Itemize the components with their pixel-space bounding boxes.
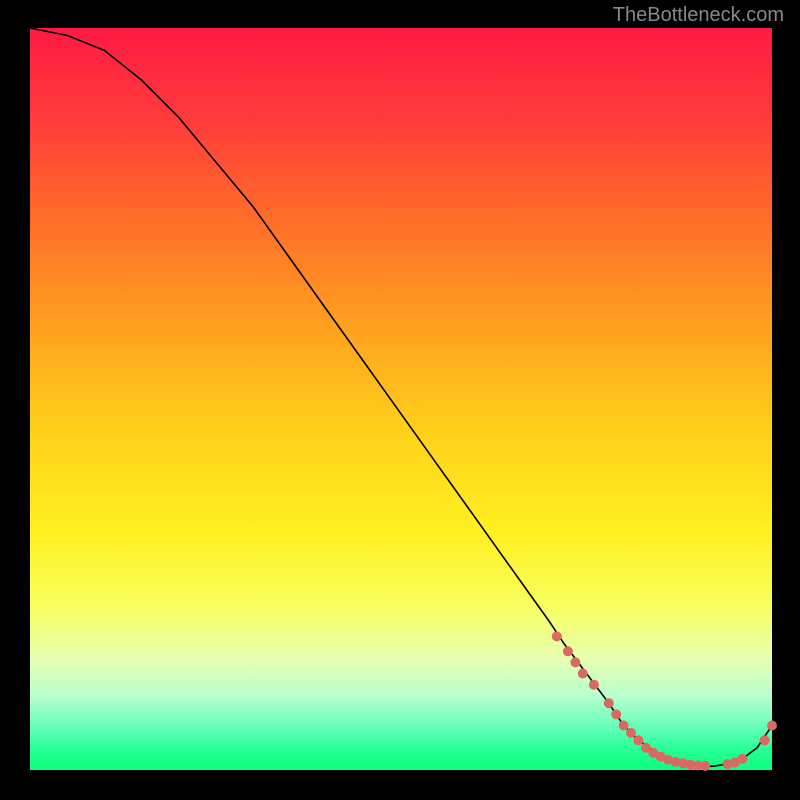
data-point <box>619 721 629 731</box>
data-point <box>570 657 580 667</box>
data-point <box>563 646 573 656</box>
data-point <box>578 669 588 679</box>
watermark-text: TheBottleneck.com <box>613 4 784 27</box>
data-point <box>552 631 562 641</box>
data-point <box>604 698 614 708</box>
data-point <box>700 761 710 771</box>
data-point <box>611 709 621 719</box>
data-point <box>737 754 747 764</box>
chart-svg <box>30 28 772 770</box>
data-point <box>626 728 636 738</box>
data-point <box>633 735 643 745</box>
data-point <box>760 735 770 745</box>
data-markers <box>552 631 777 771</box>
data-point <box>589 680 599 690</box>
bottleneck-curve <box>30 28 772 766</box>
data-point <box>767 721 777 731</box>
